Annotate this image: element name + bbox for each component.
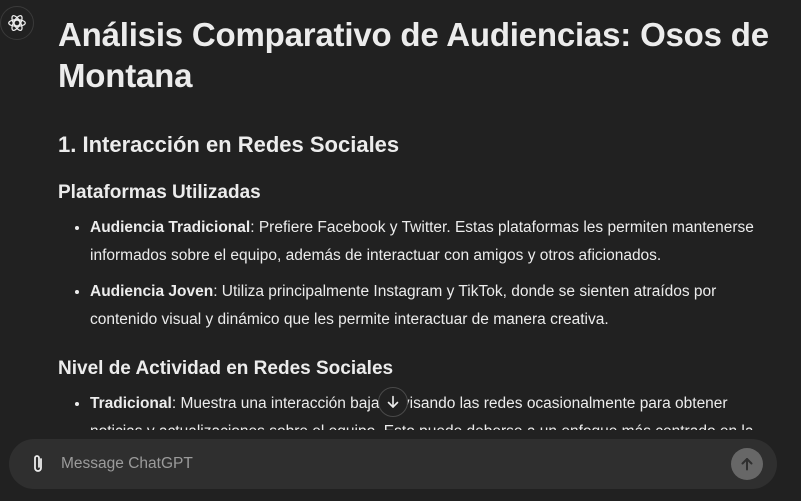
item-label: Audiencia Tradicional xyxy=(90,219,251,236)
message-input[interactable]: Message ChatGPT xyxy=(61,454,193,474)
openai-logo-icon xyxy=(0,6,34,40)
list-item: Audiencia Tradicional: Prefiere Facebook… xyxy=(90,214,778,270)
message-title: Análisis Comparativo de Audiencias: Osos… xyxy=(58,16,769,94)
section-heading: 1. Interacción en Redes Sociales xyxy=(58,132,400,157)
attach-button[interactable] xyxy=(26,452,50,476)
subsection-heading-platforms: Plataformas Utilizadas xyxy=(58,182,261,203)
paperclip-icon xyxy=(34,455,42,472)
subsection-heading-activity: Nivel de Actividad en Redes Sociales xyxy=(58,358,394,379)
scroll-to-bottom-button[interactable] xyxy=(378,387,408,417)
arrow-down-icon xyxy=(387,395,399,408)
item-label: Tradicional xyxy=(90,395,172,412)
platforms-list: Audiencia Tradicional: Prefiere Facebook… xyxy=(58,214,778,334)
assistant-message: Análisis Comparativo de Audiencias: Osos… xyxy=(58,0,778,454)
message-composer[interactable]: Message ChatGPT xyxy=(9,439,777,489)
arrow-up-icon xyxy=(741,458,753,471)
item-label: Audiencia Joven xyxy=(90,283,214,300)
send-button[interactable] xyxy=(731,448,763,480)
chat-page: Análisis Comparativo de Audiencias: Osos… xyxy=(0,0,801,501)
list-item: Audiencia Joven: Utiliza principalmente … xyxy=(90,278,778,334)
